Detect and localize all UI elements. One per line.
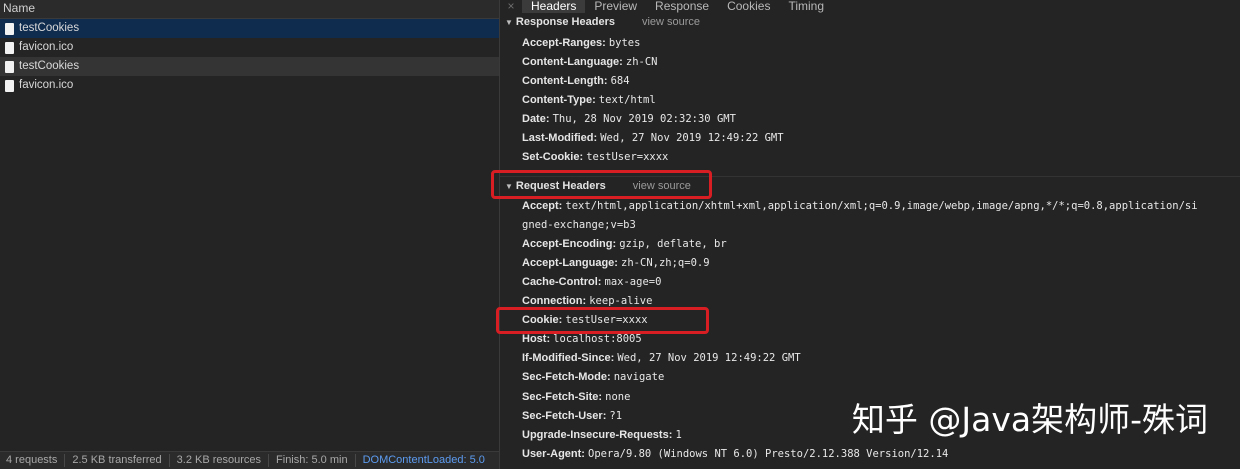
close-icon[interactable]: × [500,0,522,13]
header-key: Upgrade-Insecure-Requests: [522,428,673,441]
header-row: Accept-Language: zh-CN,zh;q=0.9 [522,257,710,269]
header-value: bytes [608,37,641,49]
header-row: Content-Length: 684 [522,75,630,87]
header-value: testUser=xxxx [586,151,669,164]
request-view-source-link[interactable]: view source [633,180,691,192]
header-key: Accept-Ranges: [522,37,606,49]
header-value: zh-CN,zh;q=0.9 [621,257,710,270]
file-icon [5,41,14,54]
header-value: text/html,application/xhtml+xml,applicat… [565,200,1198,212]
header-key: Content-Length: [522,75,608,88]
header-value: 684 [610,75,630,88]
header-row: Cache-Control: max-age=0 [522,276,661,288]
triangle-down-icon: ▼ [505,181,513,191]
header-value: Wed, 27 Nov 2019 12:49:22 GMT [600,132,784,145]
header-key: User-Agent: [522,447,585,460]
header-row: Sec-Fetch-User: ?1 [522,410,622,422]
response-headers-title: Response Headers [515,16,615,28]
header-key: Cache-Control: [522,276,602,289]
status-transferred: 2.5 KB transferred [65,454,170,467]
status-finish: Finish: 5.0 min [269,454,356,467]
header-value: none [605,390,631,403]
tab-response[interactable]: Response [646,0,718,13]
header-key: Set-Cookie: [522,151,584,164]
details-tab-bar: × Headers Preview Response Cookies Timing [500,0,1240,13]
request-name: favicon.ico [19,41,74,53]
header-value: ?1 [609,409,623,422]
header-row: gned-exchange;v=b3 [522,219,636,231]
status-bar: 4 requests 2.5 KB transferred 3.2 KB res… [0,451,499,469]
zhihu-watermark: 知乎 @Java架构师-殊词 [851,400,1208,439]
header-value: max-age=0 [604,276,662,289]
header-row: Accept-Ranges: bytes [522,37,640,49]
header-row: Content-Language: zh-CN [522,56,658,68]
header-value: gzip, deflate, br [619,238,727,251]
header-row: User-Agent: Opera/9.80 (Windows NT 6.0) … [522,448,948,460]
status-resources: 3.2 KB resources [170,454,270,467]
request-row[interactable]: favicon.ico [0,76,499,95]
response-view-source-link[interactable]: view source [642,16,700,28]
status-requests: 4 requests [0,454,66,467]
tab-cookies[interactable]: Cookies [718,0,779,13]
header-value: text/html [598,94,656,107]
header-key: Cookie: [522,314,563,327]
header-value: testUser=xxxx [565,314,648,327]
request-list-panel: Name testCookies favicon.ico testCookies fa… [0,0,500,469]
tab-timing[interactable]: Timing [779,0,833,13]
header-key: Date: [522,113,550,126]
header-key: Host: [522,333,551,346]
request-row[interactable]: favicon.ico [0,38,499,57]
header-value: Opera/9.80 (Windows NT 6.0) Presto/2.12.… [588,447,949,460]
header-key: Accept: [522,200,563,212]
request-name: testCookies [19,60,80,72]
file-icon [5,22,14,35]
header-value: 1 [675,428,682,441]
header-key: Content-Language: [522,56,623,69]
name-column-header[interactable]: Name [0,0,499,19]
header-value: localhost:8005 [553,333,642,346]
header-row: Connection: keep-alive [522,295,652,307]
header-key: Accept-Encoding: [522,238,617,251]
header-row: Sec-Fetch-Mode: navigate [522,371,664,383]
header-value: gned-exchange;v=b3 [522,219,636,232]
header-row: Date: Thu, 28 Nov 2019 02:32:30 GMT [522,113,736,125]
header-key: Connection: [522,295,587,308]
triangle-down-icon: ▼ [505,17,513,27]
request-row[interactable]: testCookies [0,57,499,76]
header-value: Wed, 27 Nov 2019 12:49:22 GMT [617,352,801,365]
file-icon [5,79,14,92]
header-row: Sec-Fetch-Site: none [522,391,630,403]
header-row: Cookie: testUser=xxxx [522,314,648,326]
header-row: Accept-Encoding: gzip, deflate, br [522,238,727,250]
header-row: Set-Cookie: testUser=xxxx [522,151,668,163]
request-headers-title: Request Headers [515,180,606,192]
header-row: Accept: text/html,application/xhtml+xml,… [522,200,1198,212]
header-value: keep-alive [589,295,653,308]
request-row[interactable]: testCookies [0,19,499,38]
request-name: testCookies [19,22,80,34]
header-row: Content-Type: text/html [522,94,656,106]
request-headers-section-toggle[interactable]: ▼ Request Headers view source [505,180,691,192]
header-row: Host: localhost:8005 [522,333,642,345]
header-key: Sec-Fetch-Mode: [522,371,611,384]
header-key: Sec-Fetch-Site: [522,390,603,403]
request-name: favicon.ico [19,79,74,91]
header-key: If-Modified-Since: [522,352,615,365]
status-dom-content-loaded: DOMContentLoaded: 5.0 [362,454,485,466]
header-value: zh-CN [625,56,658,69]
header-value: navigate [613,371,665,384]
header-key: Content-Type: [522,94,596,107]
tab-headers[interactable]: Headers [522,0,586,13]
header-value: Thu, 28 Nov 2019 02:32:30 GMT [552,113,736,126]
header-row: Upgrade-Insecure-Requests: 1 [522,429,682,441]
request-rows: testCookies favicon.ico testCookies favicon… [0,19,499,95]
header-row: If-Modified-Since: Wed, 27 Nov 2019 12:4… [522,352,801,364]
header-key: Sec-Fetch-User: [522,409,607,422]
tab-preview[interactable]: Preview [585,0,646,13]
file-icon [5,60,14,73]
header-key: Accept-Language: [522,257,618,270]
header-key: Last-Modified: [522,132,598,145]
response-headers-section-toggle[interactable]: ▼ Response Headers view source [505,16,700,28]
header-row: Last-Modified: Wed, 27 Nov 2019 12:49:22… [522,132,784,144]
